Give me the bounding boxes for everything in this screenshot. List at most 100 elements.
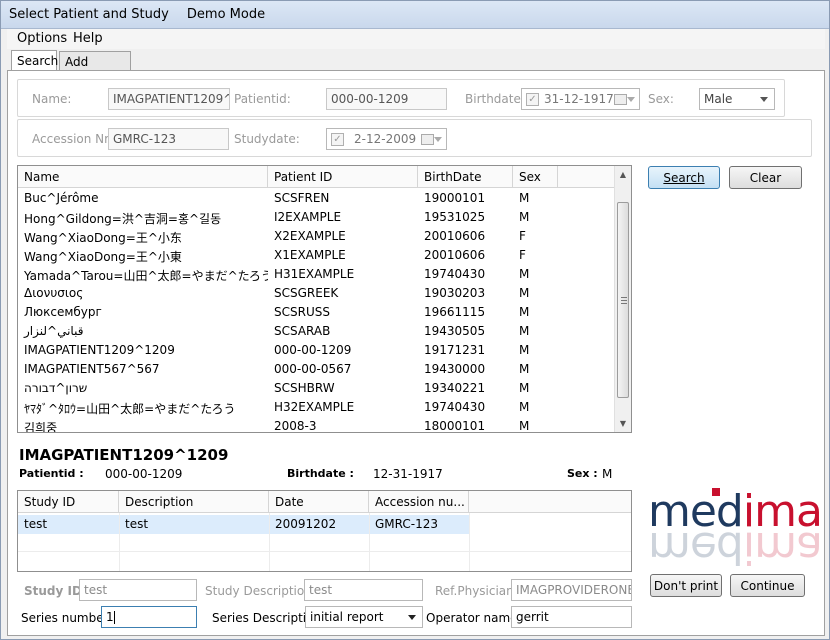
table-row[interactable]: Wang^XiaoDong=王^小东 X2EXAMPLE 20010606 F	[18, 227, 615, 246]
chevron-down-icon	[434, 137, 442, 142]
grip-line	[621, 303, 627, 304]
tab-search[interactable]: Search	[11, 50, 58, 72]
series-description-value: initial report	[310, 610, 384, 624]
scroll-down-icon[interactable]: ▼	[615, 415, 631, 432]
calendar-icon[interactable]	[421, 134, 434, 145]
table-cell: 2008-3	[274, 419, 317, 433]
ref-physician-input[interactable]: IMAGPROVIDERONET	[511, 579, 632, 601]
series-description-select[interactable]: initial report	[305, 606, 423, 628]
table-cell: M	[519, 210, 530, 224]
search-button[interactable]: Search	[648, 166, 720, 189]
column-header-birthdate[interactable]: BirthDate	[418, 166, 513, 188]
table-row[interactable]: Διονυσιος SCSGREEK 19030203 M	[18, 284, 615, 303]
scroll-thumb[interactable]	[617, 202, 629, 398]
selected-sex-label: Sex :	[567, 467, 598, 480]
table-cell: M	[519, 267, 530, 281]
grip-line	[621, 300, 627, 301]
table-cell: F	[519, 229, 526, 243]
table-row[interactable]: Wang^XiaoDong=王^小東 X1EXAMPLE 20010606 F	[18, 246, 615, 265]
series-number-input[interactable]: 1	[101, 606, 197, 628]
table-cell: M	[519, 343, 530, 357]
table-row[interactable]: IMAGPATIENT1209^1209 000-00-1209 19171231 M	[18, 341, 615, 360]
studydate-value: 2-12-2009	[354, 132, 417, 146]
selected-sex-value: M	[602, 467, 613, 481]
tab-add-patient[interactable]: Add Patient	[59, 51, 131, 83]
study-table: Study ID Description Date Accession nu..…	[17, 490, 632, 572]
search-panel: Name: IMAGPATIENT1209^1 Patientid: 000-0…	[7, 70, 825, 636]
column-header-study-id[interactable]: Study ID	[18, 491, 119, 513]
column-header-sex[interactable]: Sex	[513, 166, 558, 188]
table-cell: IMAGPATIENT1209^1209	[24, 343, 175, 357]
dont-print-button[interactable]: Don't print	[650, 574, 722, 597]
table-cell: M	[519, 305, 530, 319]
patientid-label: Patientid:	[234, 92, 291, 106]
birthdate-checkbox[interactable]: ✓	[526, 93, 539, 106]
table-cell: 19430000	[424, 362, 486, 376]
column-header-date[interactable]: Date	[269, 491, 369, 513]
sex-value: Male	[704, 92, 733, 106]
table-cell: M	[519, 324, 530, 338]
column-header-name[interactable]: Name	[18, 166, 268, 188]
patientid-input[interactable]: 000-00-1209	[326, 88, 447, 110]
menu-help[interactable]: Help	[73, 31, 103, 46]
logo-reflection-accent: ima	[742, 527, 822, 573]
table-cell: 20010606	[424, 229, 486, 243]
menu-bar: Options Help	[7, 29, 825, 49]
row-divider	[18, 551, 631, 552]
column-header-description[interactable]: Description	[119, 491, 269, 513]
table-cell: SCSGREEK	[274, 286, 339, 300]
column-divider	[119, 513, 120, 571]
table-cell: X2EXAMPLE	[274, 229, 346, 243]
sex-select[interactable]: Male	[699, 88, 775, 110]
column-header-accession[interactable]: Accession nu...	[369, 491, 469, 513]
table-cell: M	[519, 400, 530, 414]
table-cell: H31EXAMPLE	[274, 267, 355, 281]
table-row[interactable]: Люксембург SCSRUSS 19661115 M	[18, 303, 615, 322]
table-cell: SCSHBRW	[274, 381, 335, 395]
selected-birthdate-value: 12-31-1917	[373, 467, 443, 481]
studydate-checkbox[interactable]: ✓	[331, 133, 344, 146]
table-cell: Wang^XiaoDong=王^小東	[24, 250, 182, 264]
study-description-input[interactable]: test	[304, 579, 423, 601]
operator-name-input[interactable]: gerrit	[511, 606, 632, 628]
medima-logo-reflection: medima	[648, 527, 822, 573]
chevron-down-icon	[760, 97, 768, 102]
selected-patientid-label: Patientid :	[19, 467, 84, 480]
table-cell: 000-00-0567	[274, 362, 352, 376]
birthdate-picker[interactable]: ✓ 31-12-1917	[521, 88, 640, 110]
table-row[interactable]: test test 20091202 GMRC-123	[18, 515, 631, 534]
birthdate-label: Birthdate:	[465, 92, 525, 106]
table-cell: 19740430	[424, 267, 486, 281]
table-cell: F	[519, 248, 526, 262]
table-row[interactable]: 김희중 2008-3 18000101 M	[18, 417, 615, 433]
studydate-picker[interactable]: ✓ 2-12-2009	[326, 128, 447, 150]
table-cell: Люксембург	[24, 305, 102, 319]
accession-input[interactable]: GMRC-123	[108, 128, 229, 150]
study-id-input[interactable]: test	[79, 579, 197, 601]
selected-birthdate-label: Birthdate :	[287, 467, 354, 480]
calendar-icon[interactable]	[614, 94, 627, 105]
continue-button[interactable]: Continue	[730, 574, 805, 597]
patient-table-scrollbar[interactable]: ▲ ▼	[614, 166, 631, 432]
table-row[interactable]: IMAGPATIENT567^567 000-00-0567 19430000 M	[18, 360, 615, 379]
table-row[interactable]: ﾔﾏﾀﾞ^ﾀﾛｳ=山田^太郎=やまだ^たろう H32EXAMPLE 19740430…	[18, 398, 615, 417]
table-row[interactable]: שרון^דבורה SCSHBRW 19340221 M	[18, 379, 615, 398]
name-label: Name:	[32, 92, 72, 106]
scroll-up-icon[interactable]: ▲	[615, 166, 631, 183]
table-cell: Hong^Gildong=洪^吉洞=홍^길동	[24, 212, 222, 226]
table-row[interactable]: Yamada^Tarou=山田^太郎=やまだ^たろう H31EXAMPLE 1974…	[18, 265, 615, 284]
logo-reflection-dark: med	[648, 527, 743, 573]
table-cell: M	[519, 362, 530, 376]
table-row[interactable]: Buc^Jérôme SCSFREN 19000101 M	[18, 189, 615, 208]
clear-button[interactable]: Clear	[729, 166, 802, 189]
study-description-label: Study Description:	[205, 584, 316, 598]
table-row[interactable]: Hong^Gildong=洪^吉洞=홍^길동 I2EXAMPLE 19531025 M	[18, 208, 615, 227]
menu-options[interactable]: Options	[17, 31, 67, 46]
column-header-patient-id[interactable]: Patient ID	[268, 166, 418, 188]
search-button-label: Search	[663, 171, 705, 185]
chevron-down-icon	[408, 615, 416, 620]
table-cell: M	[519, 286, 530, 300]
name-input[interactable]: IMAGPATIENT1209^1	[108, 88, 230, 110]
table-row[interactable]: قباني^لنزار SCSARAB 19430505 M	[18, 322, 615, 341]
table-cell: IMAGPATIENT567^567	[24, 362, 160, 376]
